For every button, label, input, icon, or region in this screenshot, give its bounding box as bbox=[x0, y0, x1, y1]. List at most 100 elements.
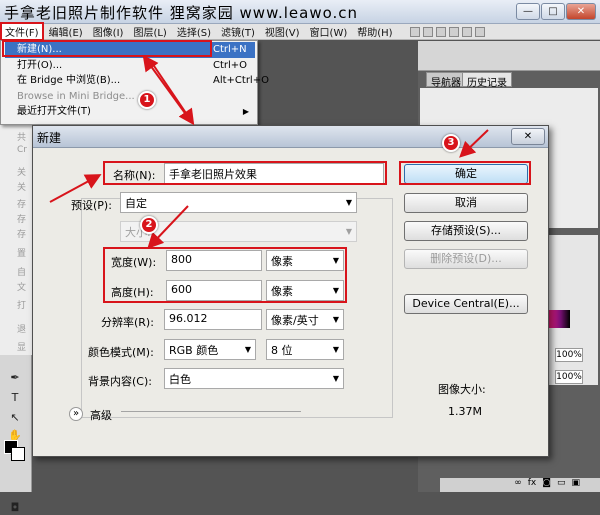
menu-layer[interactable]: 图层(L) bbox=[128, 24, 171, 39]
menu-item-partial: 存 bbox=[17, 200, 27, 210]
close-window-button[interactable]: ✕ bbox=[566, 3, 596, 20]
color-mode-value: RGB 颜色 bbox=[169, 344, 219, 357]
menu-item-partial: 置 bbox=[17, 249, 27, 259]
pen-icon[interactable]: ✒ bbox=[7, 371, 23, 385]
background-select[interactable]: 白色 ▼ bbox=[164, 368, 344, 389]
bit-depth-select[interactable]: 8 位 ▼ bbox=[266, 339, 344, 360]
dialog-close-button[interactable]: ✕ bbox=[511, 128, 545, 145]
minimize-button[interactable]: — bbox=[516, 3, 540, 20]
bit-depth-value: 8 位 bbox=[271, 344, 293, 357]
window-controls: — □ ✕ bbox=[516, 3, 596, 20]
menu-item-label: 在 Bridge 中浏览(B)... bbox=[17, 75, 121, 86]
resolution-unit-select[interactable]: 像素/英寸 ▼ bbox=[266, 309, 344, 330]
type-icon[interactable]: T bbox=[7, 391, 23, 405]
menu-item-partial: 关 bbox=[17, 168, 27, 178]
device-central-button[interactable]: Device Central(E)... bbox=[404, 294, 528, 314]
resolution-field[interactable]: 96.012 bbox=[164, 309, 262, 330]
callout-badge-1: 1 bbox=[138, 91, 156, 109]
highlight-box-name bbox=[103, 161, 387, 185]
submenu-arrow-icon: ▶ bbox=[242, 107, 249, 116]
menu-item-mini-bridge: Browse in Mini Bridge... bbox=[5, 89, 255, 105]
callout-badge-2: 2 bbox=[140, 216, 158, 234]
path-select-icon[interactable]: ↖ bbox=[7, 411, 23, 425]
menu-item-partial: 存 bbox=[17, 230, 27, 240]
menu-item-bridge[interactable]: 在 Bridge 中浏览(B)... Alt+Ctrl+O bbox=[5, 73, 269, 89]
menu-item-partial: 文 bbox=[17, 283, 27, 293]
cancel-button[interactable]: 取消 bbox=[404, 193, 528, 213]
resolution-label: 分辨率(R): bbox=[101, 316, 154, 329]
menu-item-partial: 打 bbox=[17, 301, 27, 311]
dialog-title-bar: 新建 ✕ bbox=[33, 126, 548, 148]
menu-select[interactable]: 选择(S) bbox=[172, 24, 216, 39]
distribute-icon[interactable] bbox=[461, 26, 472, 37]
chevron-down-icon: ▼ bbox=[332, 315, 339, 324]
menu-bar: 文件(F) 编辑(E) 图像(I) 图层(L) 选择(S) 滤镜(T) 视图(V… bbox=[0, 22, 600, 41]
background-color-swatch[interactable] bbox=[11, 447, 25, 461]
menu-image[interactable]: 图像(I) bbox=[88, 24, 129, 39]
chevron-down-icon: ▼ bbox=[332, 345, 339, 354]
align-icon[interactable] bbox=[435, 26, 446, 37]
highlight-box-new bbox=[2, 40, 212, 57]
menu-item-partial: 显 bbox=[17, 343, 27, 353]
chevron-down-icon: ▼ bbox=[332, 374, 339, 383]
options-toolbar-icons bbox=[409, 26, 485, 37]
preset-select[interactable]: 自定 ▼ bbox=[120, 192, 357, 213]
menu-item-shortcut: Ctrl+N bbox=[213, 44, 247, 55]
color-mode-select[interactable]: RGB 颜色 ▼ bbox=[164, 339, 256, 360]
resolution-unit-value: 像素/英寸 bbox=[271, 314, 319, 327]
menu-item-label: 打开(O)... bbox=[17, 60, 63, 71]
menu-window[interactable]: 窗口(W) bbox=[305, 24, 353, 39]
menu-view[interactable]: 视图(V) bbox=[260, 24, 305, 39]
tab-history[interactable]: 历史记录 bbox=[462, 72, 512, 89]
mask-icon[interactable]: ◙ bbox=[542, 478, 551, 492]
menu-help[interactable]: 帮助(H) bbox=[352, 24, 397, 39]
menu-item-label: 最近打开文件(T) bbox=[17, 106, 91, 117]
image-size-label: 图像大小: bbox=[438, 383, 486, 396]
menu-item-shortcut: Alt+Ctrl+O bbox=[213, 75, 269, 86]
menu-item-partial: 自 bbox=[17, 268, 27, 278]
link-icon[interactable]: ∞ bbox=[514, 478, 522, 492]
quick-mask-icon[interactable]: ◘ bbox=[7, 501, 23, 515]
highlight-box-dimensions bbox=[103, 247, 347, 303]
file-menu-hidden-items: 共 Cr 关 关 存 存 存 置 自 文 打 退 显 bbox=[0, 125, 34, 355]
fx-icon[interactable]: fx bbox=[528, 478, 537, 492]
advanced-label[interactable]: 高级 bbox=[90, 407, 112, 423]
save-preset-button[interactable]: 存储预设(S)... bbox=[404, 221, 528, 241]
menu-item-partial: 退 bbox=[17, 325, 27, 335]
menu-edit[interactable]: 编辑(E) bbox=[44, 24, 88, 39]
callout-badge-3: 3 bbox=[442, 134, 460, 152]
delete-preset-button: 删除预设(D)... bbox=[404, 249, 528, 269]
align-icon[interactable] bbox=[409, 26, 420, 37]
menu-file[interactable]: 文件(F) bbox=[0, 22, 44, 41]
distribute-icon[interactable] bbox=[474, 26, 485, 37]
chevron-down-icon: ▼ bbox=[345, 198, 352, 207]
align-icon[interactable] bbox=[422, 26, 433, 37]
menu-item-partial: Cr bbox=[17, 145, 27, 155]
distribute-icon[interactable] bbox=[448, 26, 459, 37]
background-value: 白色 bbox=[169, 373, 191, 386]
advanced-divider bbox=[121, 411, 301, 412]
layers-footer: ∞ fx ◙ ▭ ▣ bbox=[440, 478, 600, 492]
advanced-toggle-icon[interactable]: » bbox=[69, 407, 83, 421]
menu-item-recent[interactable]: 最近打开文件(T) ▶ bbox=[5, 104, 255, 120]
chevron-down-icon: ▼ bbox=[345, 227, 352, 236]
fill-field[interactable]: 100% bbox=[555, 370, 583, 384]
maximize-button[interactable]: □ bbox=[541, 3, 565, 20]
menu-item-partial: 共 bbox=[17, 133, 27, 143]
menu-item-partial: 存 bbox=[17, 215, 27, 225]
preset-label: 预设(P): bbox=[71, 199, 112, 212]
trash-icon[interactable]: ▣ bbox=[571, 478, 580, 492]
menu-item-shortcut: Ctrl+O bbox=[213, 60, 248, 71]
image-size-value: 1.37M bbox=[448, 405, 482, 418]
tab-navigator[interactable]: 导航器 bbox=[426, 72, 466, 89]
menu-item-open[interactable]: 打开(O)... Ctrl+O bbox=[5, 58, 255, 74]
menu-item-label: Browse in Mini Bridge... bbox=[17, 91, 135, 102]
background-label: 背景内容(C): bbox=[88, 375, 152, 388]
folder-icon[interactable]: ▭ bbox=[557, 478, 566, 492]
chevron-down-icon: ▼ bbox=[244, 345, 251, 354]
menu-filter[interactable]: 滤镜(T) bbox=[216, 24, 260, 39]
opacity-field[interactable]: 100% bbox=[555, 348, 583, 362]
dialog-title: 新建 bbox=[37, 131, 62, 145]
color-mode-label: 颜色模式(M): bbox=[88, 346, 154, 359]
title-bar: 手拿老旧照片制作软件 狸窝家园 www.leawo.cn — □ ✕ bbox=[0, 0, 600, 24]
